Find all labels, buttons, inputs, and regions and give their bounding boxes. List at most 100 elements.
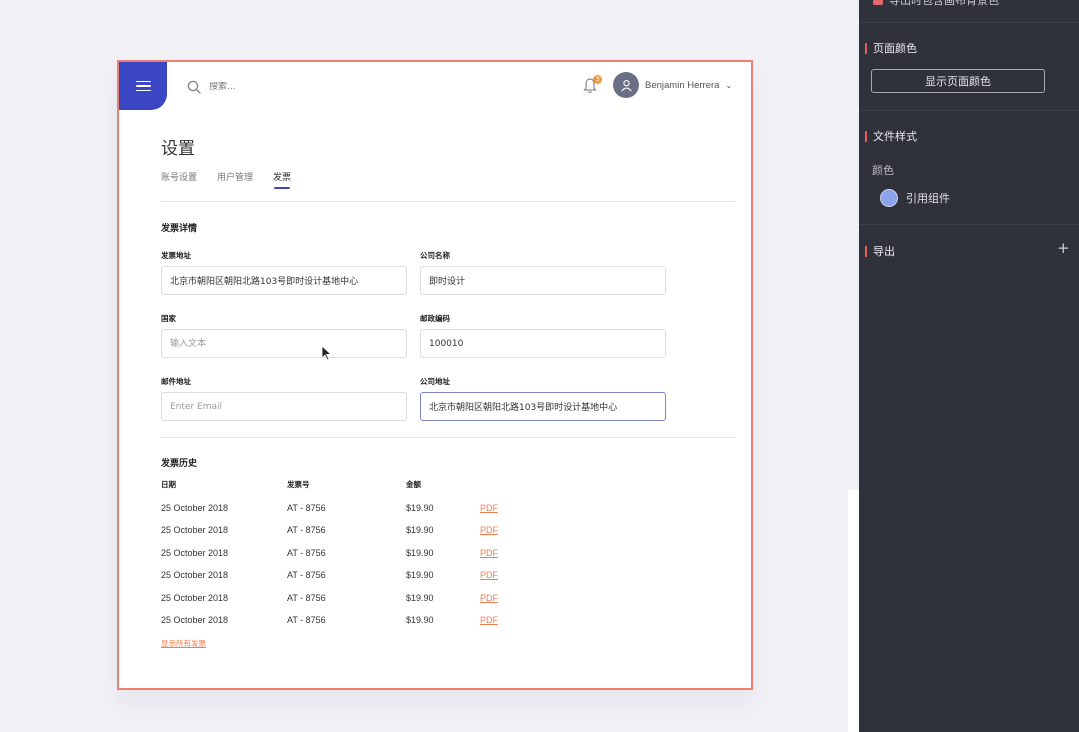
email-field[interactable]: [161, 392, 407, 421]
page-title: 设置: [161, 139, 195, 159]
table-row: 25 October 2018 AT - 8756 $19.90 PDF: [161, 548, 561, 562]
search-bar: [187, 80, 349, 94]
company-address-group: 公司地址: [420, 376, 666, 421]
invoice-date: 25 October 2018: [161, 548, 229, 558]
export-background-label: 导出时包含画布背景色: [889, 0, 999, 7]
company-name-group: 公司名称: [420, 250, 666, 295]
hamburger-menu-button[interactable]: [119, 62, 167, 110]
invoice-amount: $19.90: [406, 548, 434, 558]
pdf-link[interactable]: PDF: [480, 615, 498, 625]
checkbox-icon: [873, 0, 883, 5]
column-header-date: 日期: [161, 480, 176, 489]
color-style-item[interactable]: 引用组件: [880, 189, 950, 207]
file-style-title: 文件样式: [873, 130, 917, 143]
properties-panel: 导出时包含画布背景色 页面颜色 显示页面颜色 文件样式 颜色 引用组件 导出 +: [859, 0, 1079, 732]
export-header: 导出: [865, 243, 895, 259]
user-menu[interactable]: Benjamin Herrera ⌄: [613, 72, 732, 98]
design-artboard[interactable]: 3 Benjamin Herrera ⌄ 设置 账号设置 用户管理 发票 发票详…: [117, 60, 753, 690]
user-name: Benjamin Herrera: [645, 79, 720, 91]
chevron-down-icon: ⌄: [725, 80, 733, 90]
table-row: 25 October 2018 AT - 8756 $19.90 PDF: [161, 615, 561, 629]
canvas-edge: [848, 490, 859, 732]
invoice-amount: $19.90: [406, 615, 434, 625]
company-address-field[interactable]: [420, 392, 666, 421]
invoice-number: AT - 8756: [287, 570, 326, 580]
table-row: 25 October 2018 AT - 8756 $19.90 PDF: [161, 525, 561, 539]
invoice-number: AT - 8756: [287, 525, 326, 535]
divider: [859, 110, 1079, 111]
company-address-label: 公司地址: [420, 377, 450, 386]
divider: [859, 224, 1079, 225]
pdf-link[interactable]: PDF: [480, 593, 498, 603]
pdf-link[interactable]: PDF: [480, 525, 498, 535]
column-header-amount: 金额: [406, 480, 421, 489]
billing-address-field[interactable]: [161, 266, 407, 295]
pdf-link[interactable]: PDF: [480, 548, 498, 558]
table-row: 25 October 2018 AT - 8756 $19.90 PDF: [161, 503, 561, 517]
table-row: 25 October 2018 AT - 8756 $19.90 PDF: [161, 570, 561, 584]
invoice-number: AT - 8756: [287, 503, 326, 513]
invoice-date: 25 October 2018: [161, 593, 229, 603]
email-label: 邮件地址: [161, 377, 191, 386]
add-export-button[interactable]: +: [1057, 239, 1070, 257]
table-row: 25 October 2018 AT - 8756 $19.90 PDF: [161, 593, 561, 607]
country-label: 国家: [161, 314, 176, 323]
user-icon: [620, 79, 632, 91]
invoice-amount: $19.90: [406, 593, 434, 603]
section-marker: [865, 42, 867, 54]
menu-icon-line: [135, 85, 151, 87]
billing-address-group: 发票地址: [161, 250, 407, 295]
email-group: 邮件地址: [161, 376, 407, 421]
invoice-date: 25 October 2018: [161, 570, 229, 580]
invoice-amount: $19.90: [406, 503, 434, 513]
section-marker: [865, 245, 867, 257]
invoice-number: AT - 8756: [287, 593, 326, 603]
column-header-number: 发票号: [287, 480, 310, 489]
page-color-header: 页面颜色: [865, 40, 917, 56]
search-input[interactable]: [209, 82, 349, 92]
country-field[interactable]: [161, 329, 407, 358]
postal-code-group: 邮政编码: [420, 313, 666, 358]
invoice-number: AT - 8756: [287, 548, 326, 558]
company-name-field[interactable]: [420, 266, 666, 295]
show-all-invoices-link[interactable]: 显示所有发票: [161, 638, 206, 649]
divider: [161, 201, 735, 202]
search-icon: [187, 80, 201, 94]
export-title: 导出: [873, 245, 895, 258]
notification-badge: 3: [593, 75, 602, 84]
pdf-link[interactable]: PDF: [480, 570, 498, 580]
invoice-details-title: 发票详情: [161, 224, 198, 234]
divider: [859, 22, 1079, 23]
invoice-date: 25 October 2018: [161, 525, 229, 535]
color-subtitle: 颜色: [872, 164, 894, 177]
invoice-number: AT - 8756: [287, 615, 326, 625]
postal-code-field[interactable]: [420, 329, 666, 358]
invoice-date: 25 October 2018: [161, 615, 229, 625]
country-group: 国家: [161, 313, 407, 358]
company-name-label: 公司名称: [420, 251, 450, 260]
settings-tabs: 账号设置 用户管理 发票: [161, 170, 291, 189]
show-page-color-button[interactable]: 显示页面颜色: [871, 69, 1045, 93]
postal-code-label: 邮政编码: [420, 314, 450, 323]
export-background-option[interactable]: 导出时包含画布背景色: [873, 0, 999, 8]
menu-icon-line: [135, 89, 151, 92]
invoice-date: 25 October 2018: [161, 503, 229, 513]
tab-invoice[interactable]: 发票: [273, 170, 291, 189]
invoice-amount: $19.90: [406, 525, 434, 535]
file-style-header: 文件样式: [865, 128, 917, 144]
divider: [161, 437, 735, 438]
invoice-amount: $19.90: [406, 570, 434, 580]
notification-button[interactable]: 3: [582, 75, 602, 95]
tab-account-settings[interactable]: 账号设置: [161, 170, 197, 188]
tab-user-management[interactable]: 用户管理: [217, 170, 253, 188]
color-swatch: [880, 189, 898, 207]
invoice-history-title: 发票历史: [161, 459, 198, 469]
menu-icon-line: [135, 80, 151, 83]
color-style-name: 引用组件: [906, 192, 950, 205]
mouse-cursor-icon: [321, 345, 333, 361]
avatar: [613, 72, 639, 98]
page-color-title: 页面颜色: [873, 42, 917, 55]
pdf-link[interactable]: PDF: [480, 503, 498, 513]
section-marker: [865, 130, 867, 142]
billing-address-label: 发票地址: [161, 251, 191, 260]
